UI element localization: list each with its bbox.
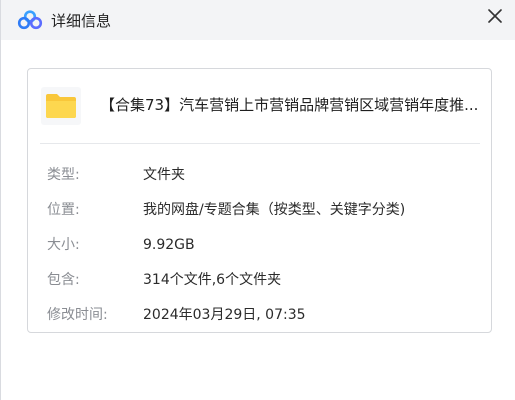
divider — [40, 143, 480, 144]
property-label: 大小: — [47, 237, 80, 253]
close-button[interactable] — [482, 4, 508, 30]
property-location: 位置: 我的网盘/专题合集（按类型、关键字分类) — [28, 200, 493, 220]
file-name: 【合集73】汽车营销上市营销品牌营销区域营销年度推... — [100, 96, 479, 114]
folder-icon — [41, 87, 81, 125]
property-size: 大小: 9.92GB — [28, 235, 493, 255]
property-label: 包含: — [47, 272, 80, 288]
property-value: 我的网盘/专题合集（按类型、关键字分类) — [143, 202, 406, 218]
property-label: 类型: — [47, 167, 80, 183]
close-icon — [488, 8, 502, 27]
property-value: 文件夹 — [143, 167, 185, 183]
dialog-title: 详细信息 — [51, 12, 112, 30]
property-label: 修改时间: — [47, 307, 108, 323]
file-info-card: 【合集73】汽车营销上市营销品牌营销区域营销年度推... 类型: 文件夹 位置:… — [27, 68, 492, 333]
app-logo-icon — [17, 10, 43, 30]
title-bar: 详细信息 — [1, 0, 515, 40]
property-contains: 包含: 314个文件,6个文件夹 — [28, 270, 493, 290]
property-value: 2024年03月29日, 07:35 — [143, 307, 306, 323]
property-label: 位置: — [47, 202, 80, 218]
property-value: 9.92GB — [143, 237, 195, 253]
property-type: 类型: 文件夹 — [28, 165, 493, 185]
property-modified-time: 修改时间: 2024年03月29日, 07:35 — [28, 305, 493, 325]
detail-dialog: 详细信息 【合集73】汽车营销上市营销品牌营销区域营销年度推... 类型: 文件… — [0, 0, 515, 400]
property-value: 314个文件,6个文件夹 — [143, 272, 282, 288]
